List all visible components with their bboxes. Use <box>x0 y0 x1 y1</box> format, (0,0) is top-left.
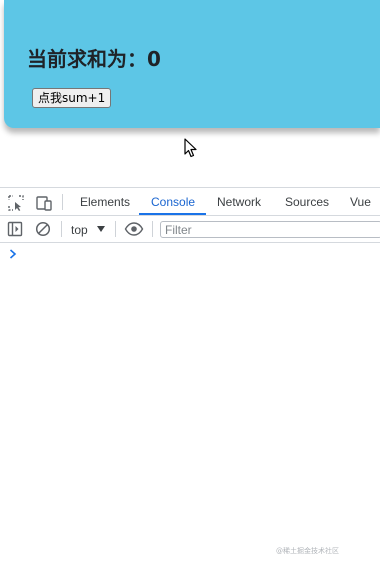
watermark: @稀土掘金技术社区 <box>276 547 339 555</box>
tab-network[interactable]: Network <box>217 188 261 216</box>
console-prompt-chevron-icon[interactable] <box>8 248 18 260</box>
increment-sum-button[interactable]: 点我sum+1 <box>32 88 112 108</box>
app-card: 当前求和为：0 点我sum+1 <box>4 0 380 128</box>
clear-console-icon[interactable] <box>35 221 51 237</box>
toolbar-separator <box>61 221 62 237</box>
dropdown-arrow-icon[interactable] <box>97 226 105 232</box>
tab-console[interactable]: Console <box>151 188 195 216</box>
tab-sources[interactable]: Sources <box>285 188 329 216</box>
tab-elements[interactable]: Elements <box>80 188 130 216</box>
devtools-panel: Elements Console Network Sources Vue top <box>0 187 380 562</box>
mouse-pointer-icon <box>184 138 197 158</box>
active-tab-indicator <box>139 213 206 215</box>
filter-input[interactable] <box>160 221 380 238</box>
context-selector[interactable]: top <box>71 222 88 238</box>
toolbar-separator <box>115 221 116 237</box>
devtools-tab-bar: Elements Console Network Sources Vue <box>0 187 380 216</box>
toolbar-separator <box>152 221 153 237</box>
device-toolbar-icon[interactable] <box>35 194 53 212</box>
tab-vue[interactable]: Vue <box>350 188 371 216</box>
sum-title: 当前求和为：0 <box>27 47 161 71</box>
show-sidebar-icon[interactable] <box>7 221 23 237</box>
tab-separator <box>62 194 63 210</box>
inspect-element-icon[interactable] <box>7 194 25 212</box>
live-expression-eye-icon[interactable] <box>124 221 144 237</box>
console-toolbar: top <box>0 216 380 243</box>
